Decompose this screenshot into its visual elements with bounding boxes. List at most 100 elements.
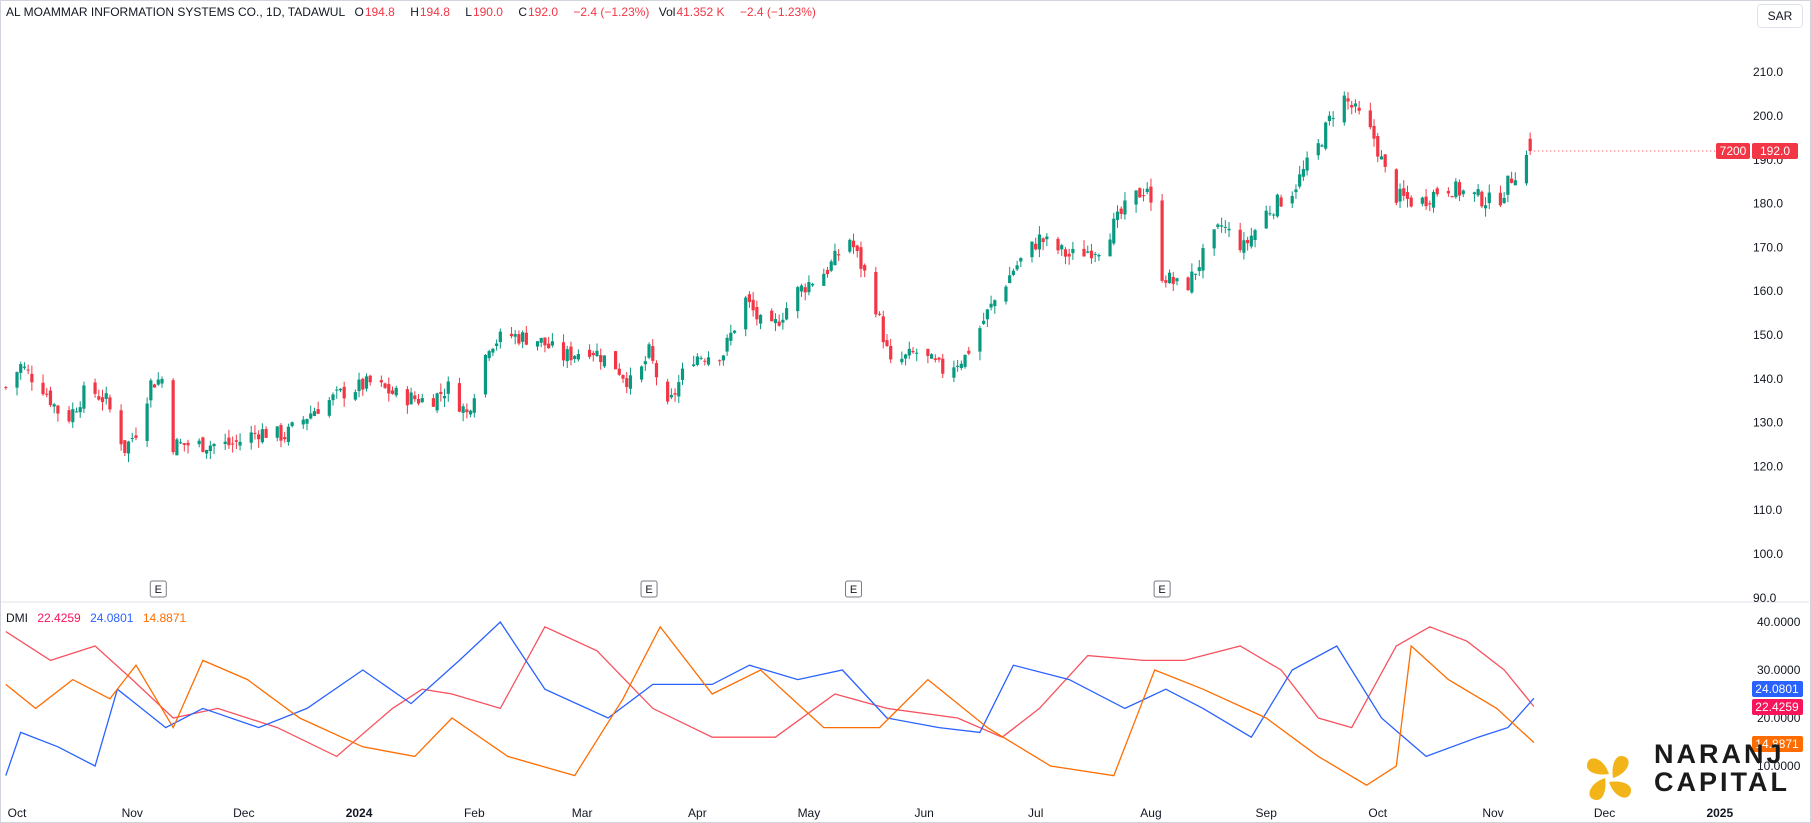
candle-body <box>253 432 257 434</box>
candle-body <box>145 403 149 441</box>
candle-body <box>353 392 357 400</box>
candle-body <box>312 411 317 416</box>
candle-body <box>416 398 421 404</box>
candle-body <box>807 282 811 293</box>
candle-body <box>1149 186 1153 203</box>
candle-body <box>1097 254 1101 257</box>
candle-body <box>833 250 837 266</box>
price-tick-label: 100.0 <box>1753 547 1783 561</box>
candle-body <box>78 407 82 413</box>
dmi-tick-label: 40.0000 <box>1757 615 1801 629</box>
candle-body <box>517 334 521 344</box>
candle-body <box>900 358 904 363</box>
candle-body <box>1030 241 1034 258</box>
candle-body <box>654 363 659 378</box>
candle-body <box>1506 175 1510 195</box>
candle-body <box>394 387 398 396</box>
candle-body <box>249 432 253 443</box>
chart-svg[interactable]: 210.0200.0190.0180.0170.0160.0150.0140.0… <box>0 0 1811 823</box>
candle-body <box>569 346 573 361</box>
candle-body <box>368 375 372 383</box>
candle-body <box>327 400 331 416</box>
candle-body <box>197 440 201 445</box>
candle-body <box>461 406 465 413</box>
candle-body <box>952 367 956 378</box>
candle-body <box>561 342 566 361</box>
axis-tags: 7200 192.024.080122.425914.8871 <box>1534 143 1803 752</box>
candle-body <box>796 287 800 312</box>
candle-body <box>316 409 320 414</box>
candle-body <box>1324 122 1328 149</box>
candle-body <box>472 398 476 413</box>
candle-body <box>1186 277 1190 291</box>
candle-body <box>212 444 216 447</box>
candle-body <box>509 333 514 337</box>
candle-body <box>643 361 647 365</box>
candle-body <box>602 355 607 367</box>
candle-body <box>1428 203 1432 205</box>
candle-body <box>1082 248 1086 257</box>
time-tick-label: Feb <box>464 806 485 820</box>
candle-body <box>1145 188 1149 193</box>
candle-body <box>1290 195 1294 204</box>
candle-body <box>777 321 781 326</box>
candle-body <box>1498 192 1503 206</box>
candle-body <box>56 405 60 414</box>
candle-body <box>175 439 179 456</box>
candle-body <box>1424 196 1428 207</box>
candle-body <box>257 434 261 440</box>
candle-body <box>1089 250 1094 259</box>
candle-body <box>1502 197 1506 203</box>
candle-body <box>1450 196 1454 198</box>
candle-body <box>889 345 893 360</box>
candle-body <box>625 378 629 388</box>
price-tick-label: 90.0 <box>1753 591 1777 605</box>
candles <box>4 91 1532 463</box>
candle-body <box>1238 229 1242 251</box>
candle-body <box>822 273 826 286</box>
time-tick-label: Apr <box>688 806 707 820</box>
candle-body <box>803 287 807 293</box>
candle-body <box>465 409 469 413</box>
earnings-marker-label: E <box>645 584 652 596</box>
candle-body <box>82 385 86 409</box>
candle-body <box>1454 181 1458 198</box>
candle-body <box>982 320 986 324</box>
candle-body <box>19 364 23 373</box>
candle-body <box>301 419 305 425</box>
candle-body <box>781 319 785 323</box>
candle-body <box>1372 125 1376 139</box>
candle-body <box>1227 228 1231 231</box>
candle-body <box>1402 188 1406 196</box>
price-tick-label: 130.0 <box>1753 416 1783 430</box>
candle-body <box>825 269 830 275</box>
candle-body <box>156 379 160 385</box>
candle-body <box>993 300 997 307</box>
candle-body <box>442 396 447 399</box>
candle-body <box>855 245 859 251</box>
candle-body <box>446 381 450 394</box>
candle-body <box>405 389 409 406</box>
candle-body <box>613 351 618 370</box>
candle-body <box>576 353 581 360</box>
candle-body <box>1472 192 1477 195</box>
candle-body <box>926 348 930 356</box>
candle-body <box>829 261 833 271</box>
candle-body <box>1134 190 1138 205</box>
candle-body <box>387 384 391 394</box>
candle-body <box>959 363 963 369</box>
price-tick-label: 200.0 <box>1753 109 1783 123</box>
candle-body <box>208 445 212 452</box>
candle-body <box>1060 245 1064 250</box>
candle-body <box>186 442 190 446</box>
candle-body <box>1171 276 1175 284</box>
candle-body <box>1045 236 1049 240</box>
candle-body <box>1175 278 1179 282</box>
candle-body <box>1476 189 1480 196</box>
candle-body <box>1119 208 1123 214</box>
candle-body <box>205 449 209 454</box>
candle-body <box>1487 192 1491 204</box>
candle-body <box>487 351 491 359</box>
candle-body <box>1320 145 1324 147</box>
candle-body <box>1164 280 1168 283</box>
